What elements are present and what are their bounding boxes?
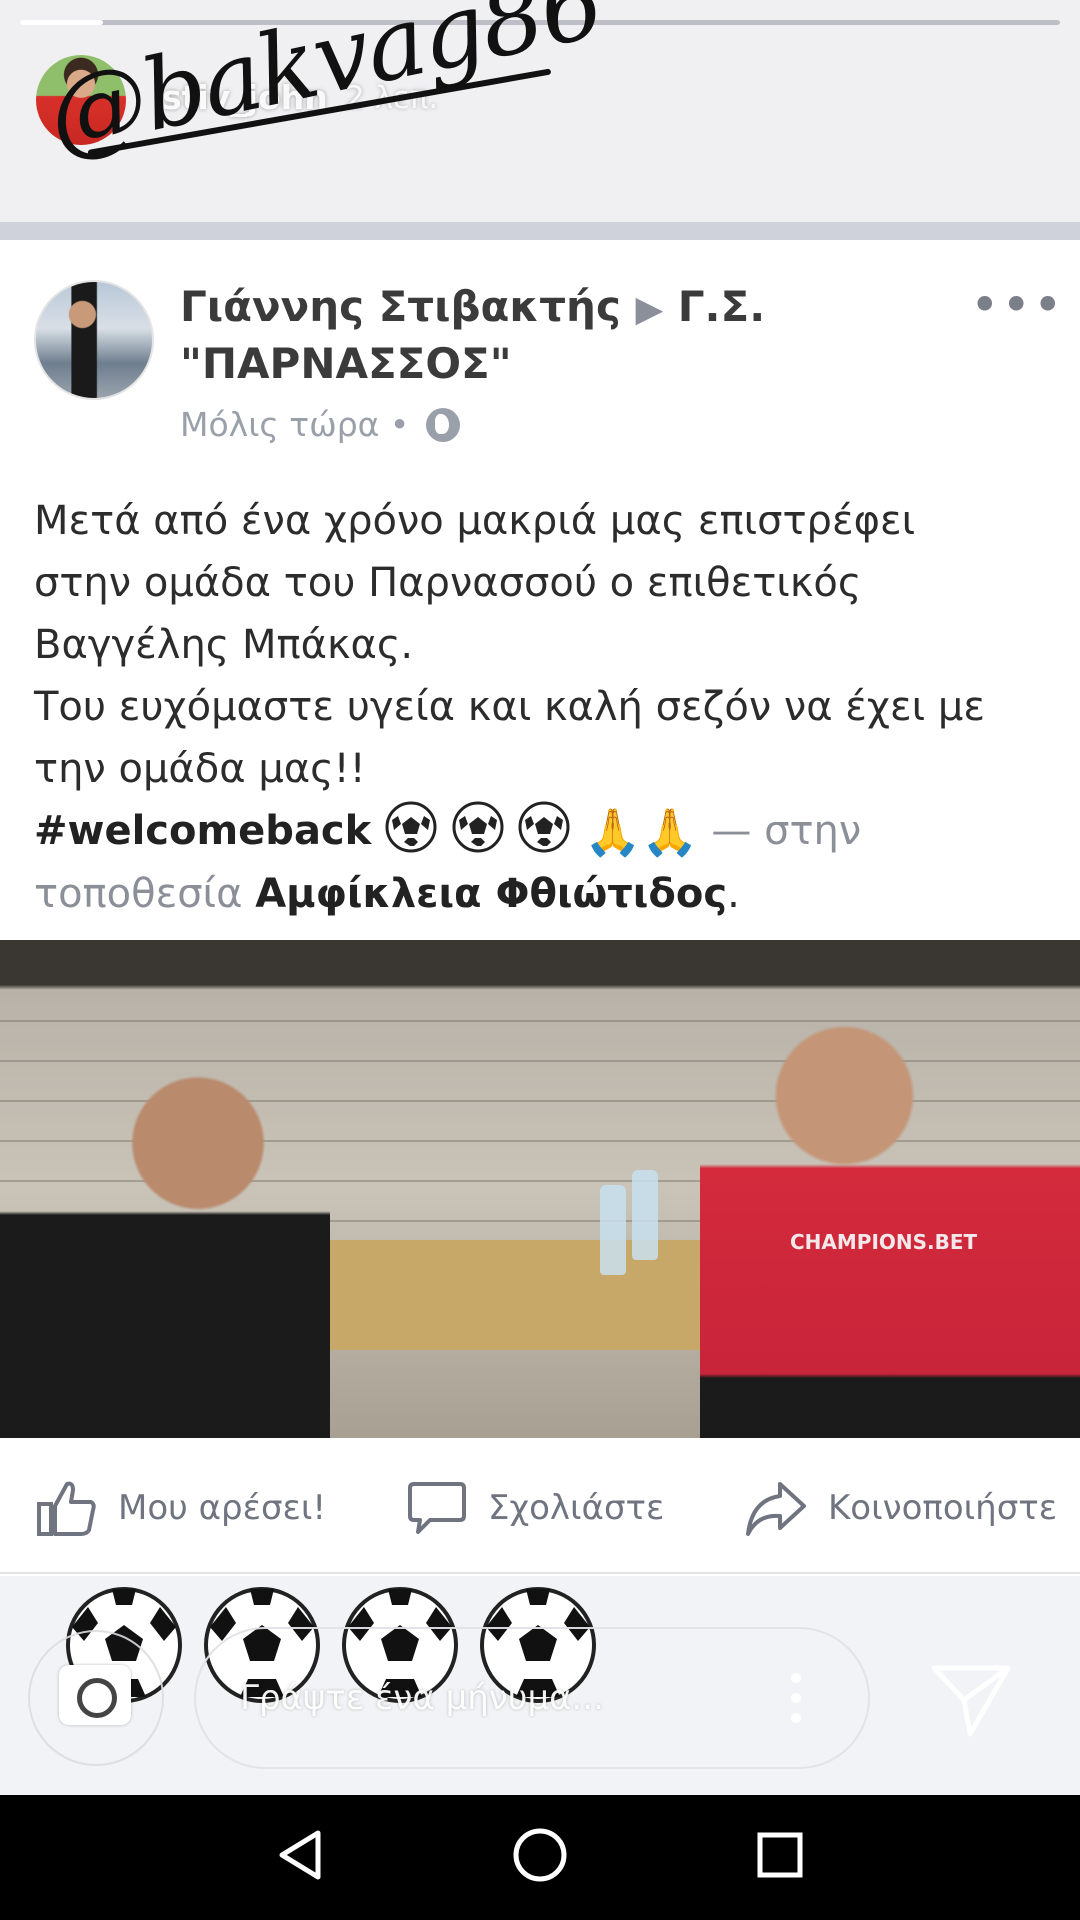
comment-button[interactable]: Σχολιάστε [406, 1478, 664, 1538]
post-text-line: Του ευχόμαστε υγεία και καλή σεζόν να έχ… [34, 684, 985, 730]
story-progress-fill [20, 20, 104, 25]
post-author-name: Γιάννης Στιβακτής [180, 282, 621, 331]
post-divider [0, 222, 1080, 240]
post-actions-bar: Μου αρέσει! Σχολιάστε Κοινοποιήστε [0, 1438, 1080, 1574]
more-vertical-icon[interactable] [790, 1672, 802, 1724]
globe-icon [425, 408, 460, 442]
location-end: . [727, 871, 740, 917]
praying-hands-icon: 🙏🙏 [584, 805, 699, 859]
comment-bubble-icon [408, 1482, 466, 1534]
hashtag: #welcomeback [34, 808, 372, 854]
share-arrow-icon [746, 1482, 806, 1536]
like-button[interactable]: Μου αρέσει! [36, 1478, 326, 1538]
post-location-line: τοποθεσία Αμφίκλεια Φθιώτιδος. [34, 863, 1054, 925]
post-author-line: Γιάννης Στιβακτής ▶ Γ.Σ. "ΠΑΡΝΑΣΣΟΣ" [180, 280, 900, 391]
soccer-ball-icon [452, 801, 504, 853]
thumbs-up-icon [37, 1481, 96, 1536]
home-icon[interactable] [510, 1825, 570, 1885]
photo-bottle [632, 1170, 658, 1260]
photo-bottle [600, 1185, 626, 1275]
post-text: Μετά από ένα χρόνο μακριά μας επιστρέφει… [34, 490, 1054, 925]
share-label: Κοινοποιήστε [828, 1488, 1058, 1528]
comment-label: Σχολιάστε [488, 1488, 665, 1528]
photo-person-right [700, 1010, 1080, 1438]
post-hashtag-line: #welcomeback 🙏🙏 — στην [34, 800, 1054, 863]
post-text-line: την ομάδα μας!! [34, 746, 366, 792]
recents-icon[interactable] [750, 1825, 810, 1885]
location-word: τοποθεσία [34, 871, 243, 917]
post-arrow-icon: ▶ [635, 289, 664, 330]
share-button[interactable]: Κοινοποιήστε [744, 1478, 1057, 1538]
post-timestamp: Μόλις τώρα [180, 405, 380, 444]
photo-person-left [0, 1060, 330, 1438]
more-options-icon: ••• [970, 276, 1065, 334]
story-header: stiv_john 2 λεπ. @bakvag86 [0, 0, 1080, 222]
back-icon[interactable] [272, 1825, 332, 1885]
like-label: Μου αρέσει! [118, 1488, 327, 1528]
post-meta-separator: • [389, 405, 410, 444]
photo-shirt-text: CHAMPIONS.BET [790, 1230, 978, 1254]
location-name: Αμφίκλεια Φθιώτιδος [255, 871, 728, 917]
post-photo [0, 940, 1080, 1438]
android-navigation-bar [0, 1795, 1080, 1920]
soccer-ball-icon [518, 801, 570, 853]
soccer-ball-icon [385, 801, 437, 853]
story-viewer: stiv_john 2 λεπ. @bakvag86 Γιάννης Στιβα… [0, 0, 1080, 1795]
post-text-line: Μετά από ένα χρόνο μακριά μας επιστρέφει [34, 498, 916, 544]
location-prefix: — στην [711, 808, 862, 854]
post-text-line: Βαγγέλης Μπάκας. [34, 622, 414, 668]
message-placeholder: Γράψτε ένα μήνυμα... [240, 1678, 604, 1718]
post-author-avatar [34, 280, 154, 400]
post-text-line: στην ομάδα του Παρνασσού ο επιθετικός [34, 560, 862, 606]
send-icon[interactable] [930, 1660, 1012, 1740]
post-meta: Μόλις τώρα • [180, 405, 460, 444]
camera-icon[interactable] [59, 1665, 131, 1725]
